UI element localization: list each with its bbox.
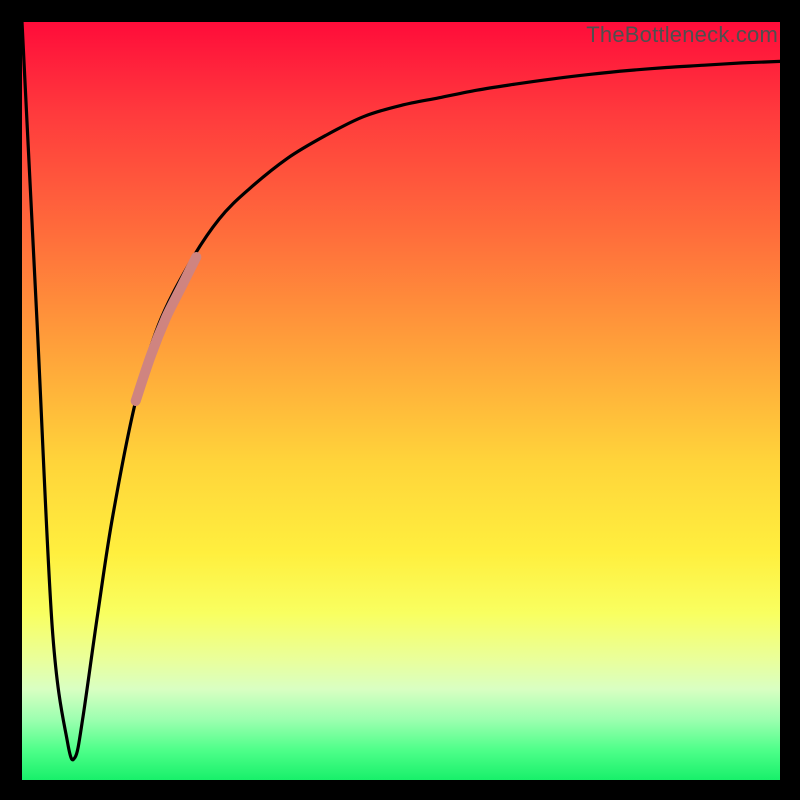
chart-plot-area: TheBottleneck.com: [22, 22, 780, 780]
chart-frame: TheBottleneck.com: [0, 0, 800, 800]
curve-overlay: [22, 22, 780, 780]
bottleneck-curve: [22, 22, 780, 760]
curve-highlight-segment: [136, 257, 197, 401]
watermark-text: TheBottleneck.com: [586, 22, 778, 48]
